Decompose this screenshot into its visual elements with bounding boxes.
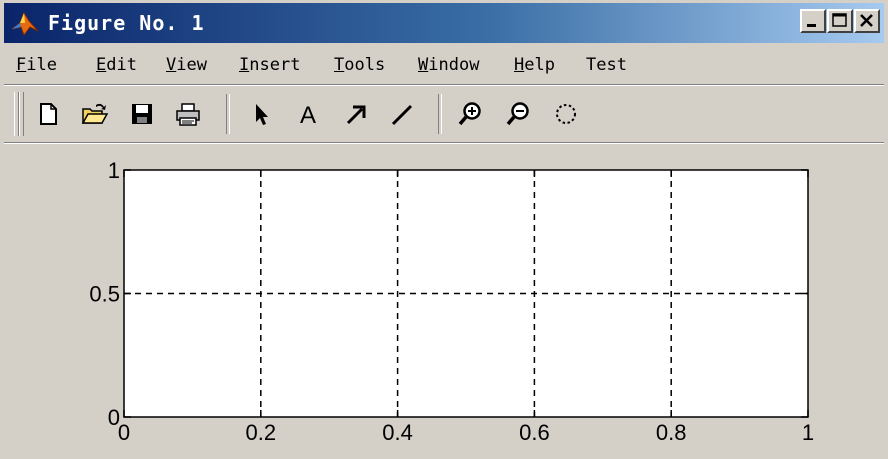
zoom-in-icon bbox=[458, 102, 481, 126]
menu-test[interactable]: Test bbox=[586, 52, 627, 78]
zoom-out-button[interactable] bbox=[504, 100, 532, 128]
new-file-button[interactable] bbox=[34, 100, 62, 128]
x-tick-label: 0.2 bbox=[246, 420, 277, 445]
menu-insert-rest: nsert bbox=[249, 55, 301, 75]
select-button[interactable] bbox=[247, 100, 275, 128]
x-tick-label: 0.6 bbox=[519, 420, 550, 445]
zoom-out-icon bbox=[506, 102, 529, 126]
minimize-button[interactable] bbox=[800, 9, 826, 33]
toolbar-separator-2 bbox=[438, 94, 442, 134]
menu-edit[interactable]: Edit bbox=[96, 52, 137, 78]
figure-window: Figure No. 1 File Edit View Insert Tools… bbox=[0, 0, 888, 459]
menu-bar: File Edit View Insert Tools Window Help … bbox=[4, 48, 884, 82]
insert-text-button[interactable]: A bbox=[294, 100, 322, 128]
menu-window-rest: indow bbox=[428, 55, 480, 75]
maximize-icon bbox=[832, 13, 847, 27]
x-tick-label: 0.8 bbox=[656, 420, 687, 445]
toolbar-separator-1 bbox=[226, 94, 230, 134]
menu-help[interactable]: Help bbox=[514, 52, 555, 78]
y-tick-label: 0.5 bbox=[89, 282, 120, 307]
x-tick-label: 1 bbox=[802, 420, 814, 445]
figure-canvas[interactable]: 0 0.2 0.4 0.6 0.8 1 0 0.5 1 bbox=[4, 145, 884, 459]
save-button[interactable] bbox=[128, 100, 156, 128]
rotate-3d-icon bbox=[556, 104, 576, 124]
open-folder-icon bbox=[81, 103, 108, 124]
menu-insert[interactable]: Insert bbox=[239, 52, 300, 78]
menu-help-rest: elp bbox=[524, 55, 555, 75]
menu-file-rest: ile bbox=[26, 55, 57, 75]
menu-tools[interactable]: Tools bbox=[334, 52, 385, 78]
insert-line-button[interactable] bbox=[388, 100, 416, 128]
toolbar-grip-2[interactable] bbox=[19, 92, 24, 136]
menu-view-mnemonic: V bbox=[166, 55, 177, 75]
text-tool-glyph: A bbox=[300, 102, 316, 128]
y-tick-label: 1 bbox=[108, 158, 120, 183]
insert-arrow-icon bbox=[346, 105, 366, 125]
close-button[interactable] bbox=[854, 9, 880, 33]
menu-file[interactable]: File bbox=[16, 52, 57, 78]
minimize-icon bbox=[807, 24, 816, 27]
menu-window-mnemonic: W bbox=[418, 55, 429, 75]
menu-tools-rest: ools bbox=[344, 55, 386, 75]
print-button[interactable] bbox=[174, 100, 202, 128]
menu-view-rest: iew bbox=[176, 55, 207, 75]
save-icon bbox=[132, 104, 152, 124]
y-tick-label: 0 bbox=[108, 405, 120, 430]
title-bar[interactable]: Figure No. 1 bbox=[4, 3, 884, 43]
menu-file-mnemonic: F bbox=[16, 55, 27, 75]
close-icon bbox=[860, 14, 873, 27]
menu-separator bbox=[4, 84, 884, 86]
toolbar-separator bbox=[4, 142, 884, 144]
new-file-icon bbox=[40, 103, 57, 125]
menu-edit-mnemonic: E bbox=[96, 55, 107, 75]
axes-plot[interactable]: 0 0.2 0.4 0.6 0.8 100.51 bbox=[4, 145, 884, 459]
menu-edit-rest: dit bbox=[106, 55, 137, 75]
menu-test-label: Test bbox=[586, 55, 627, 75]
select-arrow-icon bbox=[256, 104, 268, 125]
maximize-button[interactable] bbox=[827, 9, 853, 33]
menu-insert-mnemonic: I bbox=[239, 55, 250, 75]
menu-view[interactable]: View bbox=[166, 52, 207, 78]
open-button[interactable] bbox=[80, 100, 108, 128]
insert-line-icon bbox=[391, 104, 413, 126]
x-tick-label: 0.4 bbox=[382, 420, 413, 445]
zoom-in-button[interactable] bbox=[456, 100, 484, 128]
print-icon bbox=[176, 103, 200, 126]
menu-window[interactable]: Window bbox=[418, 52, 479, 78]
figure-toolbar: A bbox=[4, 88, 884, 142]
matlab-logo-icon[interactable] bbox=[10, 9, 40, 37]
window-title: Figure No. 1 bbox=[48, 11, 205, 35]
insert-text-icon: A bbox=[300, 102, 316, 128]
insert-arrow-button[interactable] bbox=[342, 100, 370, 128]
menu-tools-mnemonic: T bbox=[334, 55, 345, 75]
menu-help-mnemonic: H bbox=[514, 55, 525, 75]
rotate-3d-button[interactable] bbox=[552, 100, 580, 128]
